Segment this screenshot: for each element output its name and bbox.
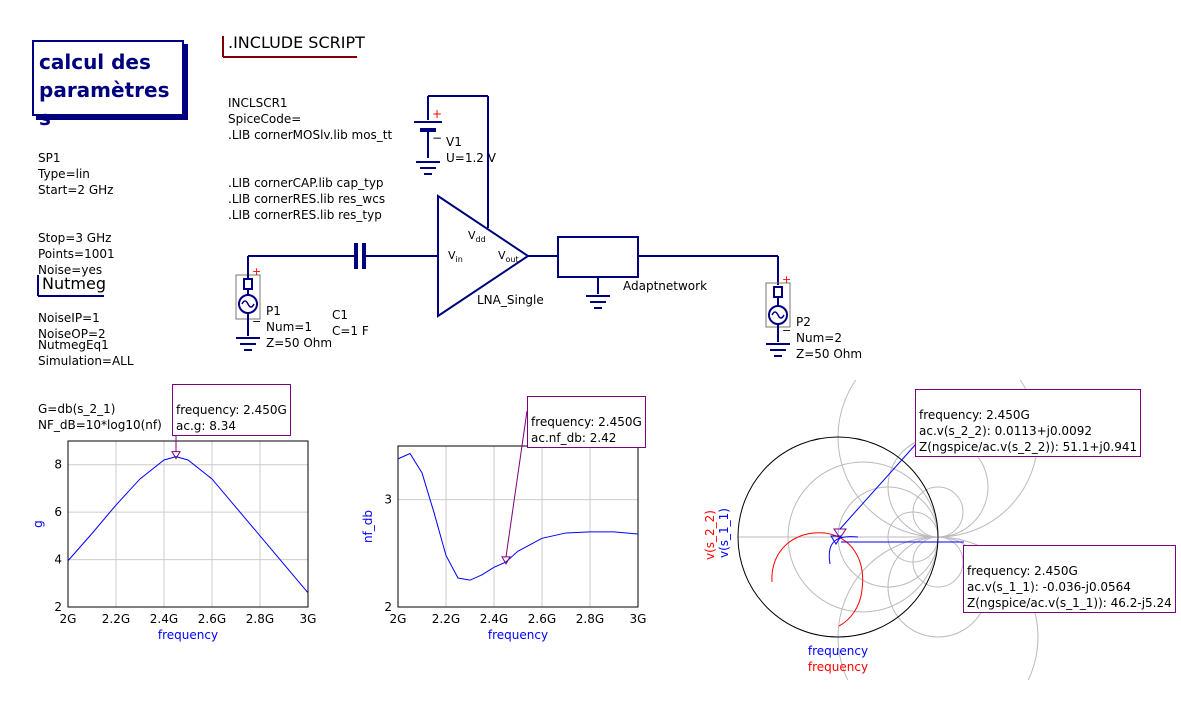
- p1-label: P1 Num=1 Z=50 Ohm: [266, 304, 333, 350]
- gain-xtick: 2G: [60, 612, 77, 626]
- c1-capacitor[interactable]: [340, 243, 438, 269]
- nutmeg-frame: [37, 275, 104, 297]
- smith-ylabel-blue: v(s_1_1): [717, 508, 731, 558]
- gain-ytick: 6: [54, 505, 62, 519]
- nf-xtick: 2.6G: [528, 612, 556, 626]
- gain-xtick: 2.6G: [198, 612, 226, 626]
- svg-text:−: −: [252, 315, 261, 328]
- gain-frame: [67, 440, 309, 608]
- gain-xtick: 3G: [300, 612, 317, 626]
- smith-xlabel-blue: frequency: [808, 644, 868, 658]
- adapt-network-block[interactable]: [557, 236, 639, 309]
- s11-marker-box[interactable]: frequency: 2.450G ac.v(s_1_1): -0.036-j0.…: [963, 545, 1176, 613]
- adapt-network-label: Adaptnetwork: [623, 279, 708, 293]
- svg-text:+: +: [782, 273, 791, 286]
- nf-ylabel: nf_db: [361, 510, 375, 543]
- nf-ytick: 2: [384, 600, 392, 614]
- lna-name-label: LNA_Single: [477, 293, 544, 307]
- gain-ytick: 4: [54, 553, 62, 567]
- svg-text:−: −: [782, 324, 791, 337]
- gain-xtick: 2.2G: [102, 612, 130, 626]
- s22-trace: [771, 532, 864, 627]
- nf-marker-leader: [505, 410, 528, 557]
- svg-text:−: −: [432, 131, 442, 145]
- s22-marker-box[interactable]: frequency: 2.450G ac.v(s_2_2): 0.0113+j0.…: [915, 389, 1142, 457]
- v1-label: V1 U=1.2 V: [446, 135, 496, 165]
- nf-xtick: 2.8G: [576, 612, 604, 626]
- nf-xtick: 2.4G: [480, 612, 508, 626]
- gain-ylabel: g: [31, 520, 45, 528]
- gain-ytick: 2: [54, 600, 62, 614]
- nf-xtick: 2.2G: [432, 612, 460, 626]
- smith-ylabel-red: v(s_2_2): [703, 510, 717, 560]
- p2-port[interactable]: [765, 282, 791, 357]
- c1-label: C1 C=1 F: [332, 308, 369, 338]
- gain-marker-box[interactable]: frequency: 2.450G ac.g: 8.34: [172, 384, 291, 436]
- nf-xtick: 3G: [630, 612, 647, 626]
- smith-xlabel-red: frequency: [808, 660, 868, 674]
- svg-text:+: +: [432, 107, 442, 121]
- gain-ytick: 8: [54, 458, 62, 472]
- lna-vin-label: Vin: [448, 249, 463, 265]
- gain-xlabel: frequency: [158, 628, 218, 642]
- gain-xtick: 2.4G: [150, 612, 178, 626]
- svg-text:+: +: [252, 265, 261, 278]
- include-script-frame: [222, 36, 357, 58]
- lna-vdd-label: Vdd: [468, 229, 486, 245]
- gain-series-line: [67, 456, 309, 594]
- nf-xlabel: frequency: [488, 628, 548, 642]
- nf-ytick: 3: [384, 493, 392, 507]
- gain-xtick: 2.8G: [246, 612, 274, 626]
- lna-vout-label: Vout: [498, 249, 519, 265]
- nf-marker-box[interactable]: frequency: 2.450G ac.nf_db: 2.42: [527, 396, 646, 448]
- nf-xtick: 2G: [390, 612, 407, 626]
- p2-label: P2 Num=2 Z=50 Ohm: [796, 315, 863, 361]
